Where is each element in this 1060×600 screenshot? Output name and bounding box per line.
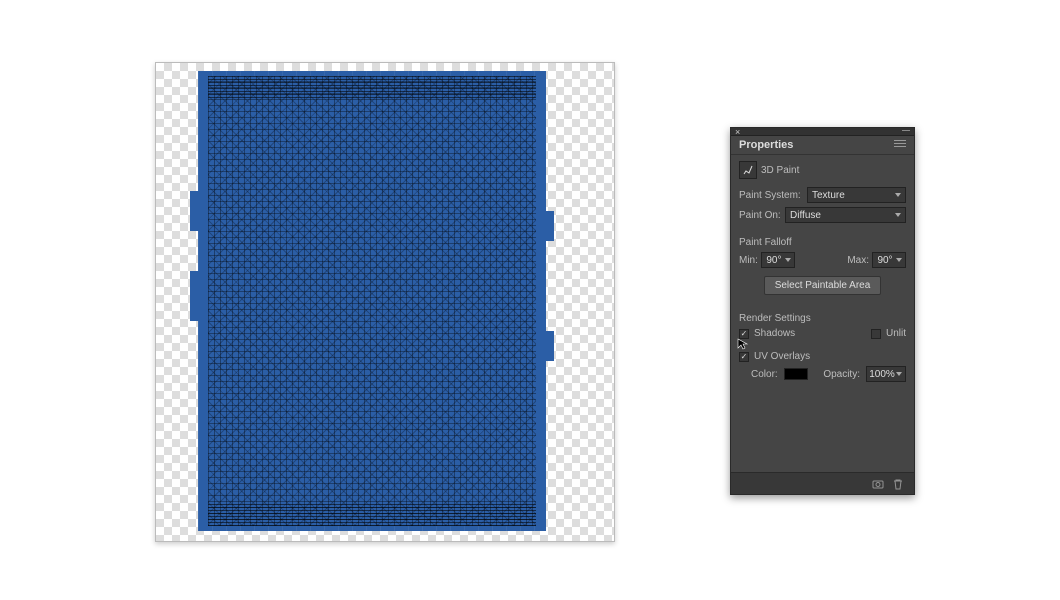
uv-opacity-label: Opacity: <box>823 369 860 380</box>
close-icon[interactable]: × <box>735 128 743 136</box>
minimize-icon[interactable] <box>902 130 910 133</box>
panel-title-bar: Properties <box>731 136 914 155</box>
select-paintable-area-button[interactable]: Select Paintable Area <box>764 276 882 295</box>
brush-mode-button[interactable] <box>739 161 757 179</box>
falloff-max-label: Max: <box>847 255 869 266</box>
trash-icon[interactable] <box>892 478 904 490</box>
panel-tab-bar: × <box>731 128 914 136</box>
paint-system-value: Texture <box>812 190 845 201</box>
shadows-checkbox[interactable] <box>739 329 749 339</box>
paint-on-value: Diffuse <box>790 210 821 221</box>
chevron-down-icon <box>896 258 902 262</box>
uv-color-swatch[interactable] <box>784 368 808 380</box>
chevron-down-icon <box>785 258 791 262</box>
unlit-checkbox[interactable] <box>871 329 881 339</box>
brush-icon <box>743 165 753 175</box>
uv-canvas[interactable] <box>155 62 615 542</box>
chevron-down-icon <box>895 213 901 217</box>
panel-menu-icon[interactable] <box>894 140 906 150</box>
mode-label: 3D Paint <box>761 165 799 176</box>
falloff-max-dropdown[interactable]: 90° <box>872 252 906 268</box>
shadows-label: Shadows <box>754 328 795 339</box>
uv-color-label: Color: <box>751 369 778 380</box>
uv-map <box>198 71 546 531</box>
render-settings-heading: Render Settings <box>739 313 906 324</box>
paint-falloff-heading: Paint Falloff <box>739 237 906 248</box>
paint-on-dropdown[interactable]: Diffuse <box>785 207 906 223</box>
uv-opacity-dropdown[interactable]: 100% <box>866 366 906 382</box>
uv-overlays-checkbox[interactable] <box>739 352 749 362</box>
falloff-min-dropdown[interactable]: 90° <box>761 252 795 268</box>
camera-icon[interactable] <box>872 478 884 490</box>
falloff-min-label: Min: <box>739 255 758 266</box>
chevron-down-icon <box>895 193 901 197</box>
paint-on-label: Paint On: <box>739 210 781 221</box>
chevron-down-icon <box>896 372 902 376</box>
paint-system-dropdown[interactable]: Texture <box>807 187 906 203</box>
properties-panel: × Properties 3D Paint Paint System: Text… <box>730 127 915 495</box>
unlit-label: Unlit <box>886 328 906 339</box>
uv-overlays-heading: UV Overlays <box>754 351 810 362</box>
paint-system-label: Paint System: <box>739 190 803 201</box>
panel-title: Properties <box>739 139 793 151</box>
panel-footer <box>731 472 914 494</box>
